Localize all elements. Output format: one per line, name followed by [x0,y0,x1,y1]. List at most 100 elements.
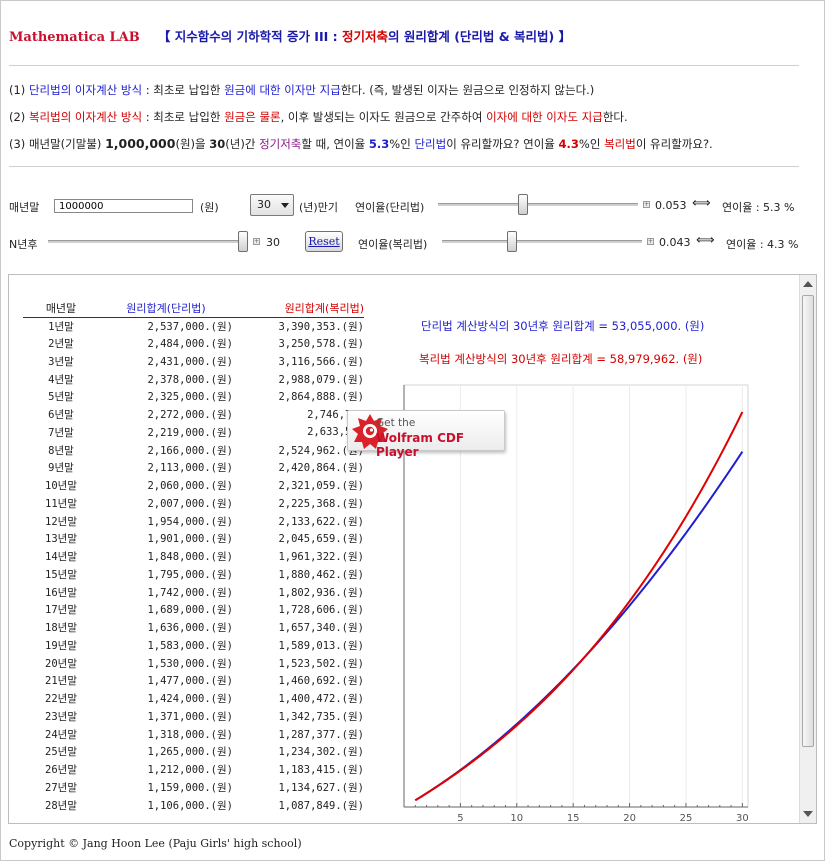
expand-plus-icon[interactable]: + [643,201,650,208]
compound-total-cell: 2,321,059.(원) [278,480,364,493]
simple-total-cell: 1,901,000.(원) [147,533,233,546]
series-line-compound [414,411,744,802]
year-cell: 12년말 [45,515,77,528]
year-cell: 14년말 [45,551,77,564]
page-title: 【 지수함수의 기하학적 증가 III : 정기저축의 원리합계 (단리법 & … [158,29,571,44]
deposit-label: 매년말 [9,201,40,214]
table-row: 4년말 2,378,000.(원) 2,988,079.(원) [23,370,364,388]
simple-total-cell: 1,159,000.(원) [147,781,233,794]
table-row: 7년말 2,219,000.(원) 2,633,535 [23,424,364,442]
year-cell: 6년말 [48,409,74,422]
deposit-input[interactable] [54,199,193,213]
year-cell: 5년말 [48,391,74,404]
compound-total-cell: 1,589,013.(원) [278,639,364,652]
year-cell: 11년말 [45,497,77,510]
table-row: 6년말 2,272,000.(원) 2,746,777 [23,406,364,424]
compound-rate-display: 연이율 : 4.3 % [726,238,799,251]
simple-total-cell: 1,742,000.(원) [147,586,233,599]
compound-total-cell: 2,864,888.(원) [278,391,364,404]
compound-summary: 복리법 계산방식의 30년후 원리합계 = 58,979,962. (원) [419,352,703,366]
description-line-1: (1) 단리법의 이자계산 방식 : 최초로 납입한 원금에 대한 이자만 지급… [9,83,595,97]
table-row: 20년말 1,530,000.(원) 1,523,502.(원) [23,654,364,672]
cdf-badge-line1: Get the [376,417,416,429]
year-cell: 24년말 [45,728,77,741]
year-cell: 13년말 [45,533,77,546]
year-cell: 17년말 [45,604,77,617]
chevron-down-icon [281,203,289,208]
title-part: 의 원리합계 (단리법 & 복리법) 】 [387,29,572,44]
compound-total-cell: 3,390,353.(원) [278,320,364,333]
x-tick-label: 5 [457,813,463,823]
years-select[interactable]: 30 [250,194,294,216]
simple-total-cell: 1,689,000.(원) [147,604,233,617]
simple-rate-value: 0.053 [655,199,687,212]
title-highlight: 정기저축 [341,29,388,44]
n-years-slider-thumb[interactable] [238,231,248,252]
simple-total-cell: 1,371,000.(원) [147,710,233,723]
x-tick-label: 30 [736,813,749,823]
year-cell: 19년말 [45,639,77,652]
simple-total-cell: 2,166,000.(원) [147,444,233,457]
simple-total-cell: 1,530,000.(원) [147,657,233,670]
scroll-up-icon[interactable] [803,281,813,287]
simple-total-cell: 2,272,000.(원) [147,409,233,422]
compound-total-cell: 3,250,578.(원) [278,338,364,351]
scrollbar-thumb[interactable] [802,295,814,747]
compound-total-cell: 2,988,079.(원) [278,373,364,386]
simple-total-cell: 1,106,000.(원) [147,799,233,812]
table-row: 21년말 1,477,000.(원) 1,460,692.(원) [23,672,364,690]
simple-total-cell: 2,325,000.(원) [147,391,233,404]
expand-plus-icon[interactable]: + [253,238,260,245]
compound-total-cell: 1,087,849.(원) [278,799,364,812]
year-cell: 20년말 [45,657,77,670]
simple-total-cell: 1,424,000.(원) [147,693,233,706]
year-cell: 22년말 [45,693,77,706]
page-header: Mathematica LAB 【 지수함수의 기하학적 증가 III : 정기… [9,26,571,45]
table-row: 8년말 2,166,000.(원) 2,524,962.(원) [23,441,364,459]
simple-total-cell: 2,484,000.(원) [147,338,233,351]
description-line-2: (2) 복리법의 이자계산 방식 : 최초로 납입한 원금은 물론, 이후 발생… [9,110,628,124]
year-cell: 10년말 [45,480,77,493]
compound-total-cell: 1,342,735.(원) [278,710,364,723]
table-row: 25년말 1,265,000.(원) 1,234,302.(원) [23,743,364,761]
compound-total-cell: 1,961,322.(원) [278,551,364,564]
x-tick-label: 15 [567,813,580,823]
simple-total-cell: 2,113,000.(원) [147,462,233,475]
n-years-slider-track[interactable] [48,240,248,243]
year-cell: 9년말 [48,462,74,475]
table-row: 14년말 1,848,000.(원) 1,961,322.(원) [23,548,364,566]
compound-total-cell: 2,420,864.(원) [278,462,364,475]
year-cell: 15년말 [45,568,77,581]
table-row: 11년말 2,007,000.(원) 2,225,368.(원) [23,495,364,513]
compound-total-cell: 2,133,622.(원) [278,515,364,528]
simple-total-cell: 2,537,000.(원) [147,320,233,333]
table-row: 10년말 2,060,000.(원) 2,321,059.(원) [23,477,364,495]
year-cell: 18년말 [45,622,77,635]
divider [9,65,799,66]
expand-plus-icon[interactable]: + [647,238,654,245]
table-row: 19년말 1,583,000.(원) 1,589,013.(원) [23,637,364,655]
reset-button[interactable]: Reset [305,231,343,252]
compound-rate-slider-track[interactable] [442,240,642,243]
simple-rate-slider-track[interactable] [438,203,638,206]
table-row: 23년말 1,371,000.(원) 1,342,735.(원) [23,708,364,726]
compound-total-cell: 1,134,627.(원) [278,781,364,794]
vertical-scrollbar[interactable] [799,275,816,823]
simple-summary: 단리법 계산방식의 30년후 원리합계 = 53,055,000. (원) [421,319,705,333]
compound-total-cell: 2,746,777 [307,408,364,421]
simple-total-cell: 1,795,000.(원) [147,568,233,581]
year-cell: 2년말 [48,338,74,351]
compound-rate-slider-thumb[interactable] [506,231,517,252]
column-header-year: 매년말 [23,299,99,318]
simple-total-cell: 1,954,000.(원) [147,515,233,528]
scroll-down-icon[interactable] [803,811,813,817]
simple-total-cell: 2,219,000.(원) [147,426,233,439]
simple-rate-slider-thumb[interactable] [517,194,528,215]
simple-total-cell: 1,265,000.(원) [147,746,233,759]
years-select-value: 30 [257,198,271,211]
compound-rate-value: 0.043 [659,236,691,249]
compound-total-cell: 1,802,936.(원) [278,586,364,599]
cdf-player-badge[interactable]: Get the Wolfram CDF Player [347,410,505,459]
table-row: 24년말 1,318,000.(원) 1,287,377.(원) [23,725,364,743]
year-cell: 8년말 [48,444,74,457]
